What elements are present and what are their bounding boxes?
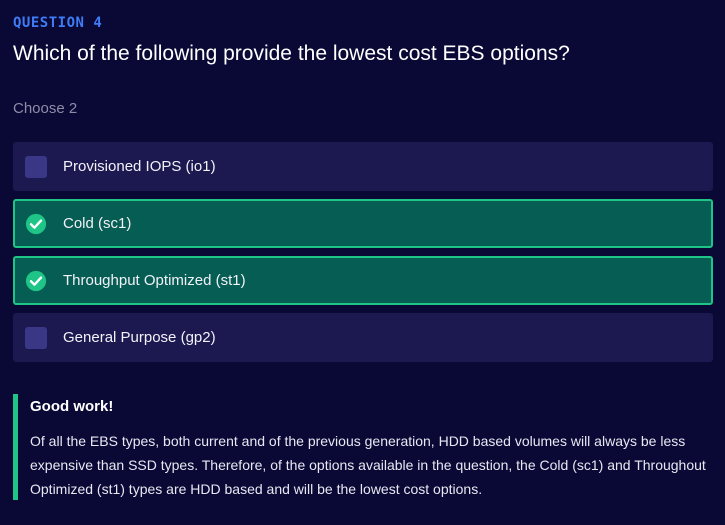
checkbox-icon[interactable]	[25, 155, 47, 178]
feedback-panel: Good work! Of all the EBS types, both cu…	[13, 394, 713, 500]
option-throughput-optimized[interactable]: Throughput Optimized (st1)	[13, 256, 713, 305]
option-label: Cold (sc1)	[63, 215, 132, 232]
option-label: Throughput Optimized (st1)	[63, 272, 246, 289]
feedback-explanation: Of all the EBS types, both current and o…	[30, 433, 706, 497]
option-label: General Purpose (gp2)	[63, 329, 216, 346]
feedback-title: Good work!	[30, 398, 114, 415]
option-cold[interactable]: Cold (sc1)	[13, 199, 713, 248]
question-text: Which of the following provide the lowes…	[13, 42, 570, 65]
choose-instruction: Choose 2	[13, 100, 78, 117]
answer-options: Provisioned IOPS (io1) Cold (sc1) Throug…	[13, 142, 713, 370]
option-label: Provisioned IOPS (io1)	[63, 158, 216, 175]
check-circle-icon[interactable]	[25, 213, 47, 235]
option-general-purpose[interactable]: General Purpose (gp2)	[13, 313, 713, 362]
checkbox-icon[interactable]	[25, 326, 47, 349]
option-provisioned-iops[interactable]: Provisioned IOPS (io1)	[13, 142, 713, 191]
check-circle-icon[interactable]	[25, 270, 47, 292]
question-number: QUESTION 4	[13, 15, 103, 31]
